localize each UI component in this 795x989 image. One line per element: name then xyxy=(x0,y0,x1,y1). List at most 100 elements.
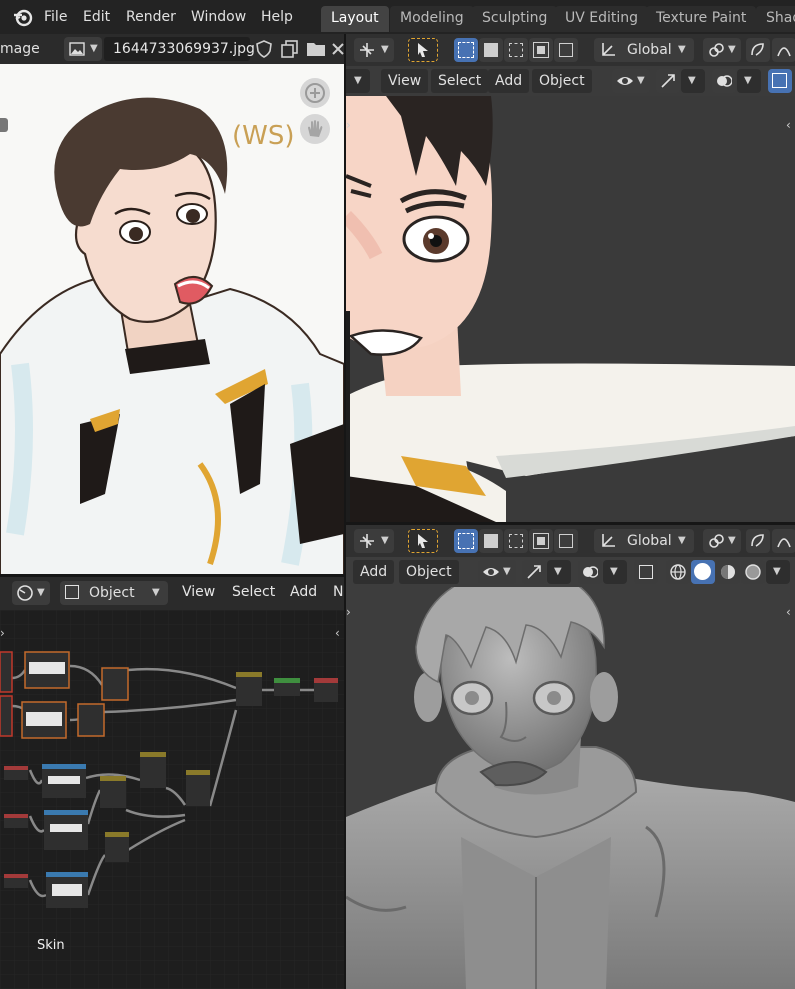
sketch-text: (WS) xyxy=(232,121,295,151)
snap-icon xyxy=(707,41,725,67)
sidebar-toggle[interactable] xyxy=(0,118,8,132)
transform-pivot-button[interactable]: ▼ xyxy=(354,529,394,553)
menu-select[interactable]: Select xyxy=(431,69,489,93)
overlay-toggle[interactable] xyxy=(578,560,602,584)
menu-add[interactable]: Add xyxy=(290,584,317,600)
menu-object[interactable]: Object xyxy=(399,560,459,584)
select-box-new[interactable] xyxy=(454,529,478,553)
chevron-left-icon[interactable]: ‹ xyxy=(335,626,340,640)
shading-material[interactable] xyxy=(716,560,740,584)
select-box-extend[interactable] xyxy=(479,38,503,62)
proportional-edit-button[interactable] xyxy=(746,529,770,553)
viewport-bottom[interactable]: ▼ Global ▼ ▼ Add Object ▼ ▼ ▼ ▼ › ‹ xyxy=(346,525,795,989)
editor-type-button[interactable]: ▼ xyxy=(346,69,370,93)
transform-pivot-icon xyxy=(358,532,376,558)
eye-icon xyxy=(482,564,500,588)
folder-icon[interactable] xyxy=(305,39,327,59)
menu-file[interactable]: File xyxy=(44,7,67,27)
menu-edit[interactable]: Edit xyxy=(83,7,110,27)
tab-modeling[interactable]: Modeling xyxy=(390,6,474,32)
shading-wireframe[interactable] xyxy=(666,560,690,584)
shading-solid[interactable] xyxy=(691,560,715,584)
select-box-invert[interactable] xyxy=(529,529,553,553)
proportional-falloff-button[interactable] xyxy=(772,529,795,553)
chevron-left-icon[interactable]: ‹ xyxy=(786,605,791,619)
menu-help[interactable]: Help xyxy=(261,7,293,27)
select-box-intersect[interactable] xyxy=(554,529,578,553)
proportional-icon xyxy=(776,42,792,66)
xray-toggle[interactable] xyxy=(634,560,658,584)
menu-select[interactable]: Select xyxy=(232,584,275,600)
overlay-dropdown[interactable]: ▼ xyxy=(603,560,627,584)
select-box-subtract[interactable] xyxy=(504,529,528,553)
chevron-left-icon[interactable]: ‹ xyxy=(786,118,791,132)
overlay-dropdown[interactable]: ▼ xyxy=(737,69,761,93)
select-box-intersect[interactable] xyxy=(554,38,578,62)
node-editor[interactable]: ▼ Object ▼ View Select Add N Skin › ‹ xyxy=(0,576,344,989)
chevron-right-icon[interactable]: › xyxy=(346,118,351,132)
select-cursor-button[interactable] xyxy=(408,529,438,553)
image-browse-button[interactable]: ▼ xyxy=(64,37,102,61)
close-icon[interactable] xyxy=(331,42,344,56)
node-graph[interactable]: Skin xyxy=(0,610,344,989)
tab-sculpting[interactable]: Sculpting xyxy=(472,6,558,32)
viewport-top[interactable]: ▼ Global ▼ ▼ ▼ View Select Add Object ▼ … xyxy=(346,34,795,522)
shield-icon[interactable] xyxy=(254,39,274,59)
orientation-label: Global xyxy=(627,42,672,58)
select-cursor-button[interactable] xyxy=(408,38,438,62)
snap-button[interactable]: ▼ xyxy=(703,529,741,553)
gizmo-dropdown[interactable]: ▼ xyxy=(547,560,571,584)
xray-toggle[interactable] xyxy=(768,69,792,93)
object-mode-dropdown[interactable]: Object ▼ xyxy=(60,581,168,605)
viewport-top-render xyxy=(346,96,795,522)
tab-layout[interactable]: Layout xyxy=(321,6,389,32)
visibility-button[interactable]: ▼ xyxy=(478,560,516,584)
menu-object[interactable]: Object xyxy=(532,69,592,93)
select-box-new[interactable] xyxy=(454,38,478,62)
blender-logo-icon[interactable] xyxy=(12,6,34,28)
chevron-down-icon: ▼ xyxy=(354,75,362,86)
tab-uv-editing[interactable]: UV Editing xyxy=(555,6,649,32)
hand-icon[interactable] xyxy=(300,114,330,144)
image-editor-mode-label[interactable]: mage xyxy=(0,41,40,57)
tab-texture-paint[interactable]: Texture Paint xyxy=(646,6,757,32)
transform-orientation-dropdown[interactable]: Global ▼ xyxy=(594,529,694,553)
duplicate-icon[interactable] xyxy=(280,39,300,59)
menu-node[interactable]: N xyxy=(333,584,343,600)
select-box-icon xyxy=(458,42,474,58)
overlay-toggle[interactable] xyxy=(712,69,736,93)
editor-type-button[interactable]: ▼ xyxy=(12,581,50,605)
chevron-down-icon: ▼ xyxy=(381,44,389,55)
select-box-subtract[interactable] xyxy=(504,38,528,62)
proportional-edit-button[interactable] xyxy=(746,38,770,62)
gizmo-dropdown[interactable]: ▼ xyxy=(681,69,705,93)
menu-render[interactable]: Render xyxy=(126,7,176,27)
snap-button[interactable]: ▼ xyxy=(703,38,741,62)
shading-dropdown[interactable]: ▼ xyxy=(766,560,790,584)
menu-add[interactable]: Add xyxy=(488,69,530,93)
select-cursor-icon xyxy=(416,533,430,557)
menu-view[interactable]: View xyxy=(381,69,429,93)
gizmo-toggle[interactable] xyxy=(522,560,546,584)
select-box-invert[interactable] xyxy=(529,38,553,62)
proportional-falloff-button[interactable] xyxy=(772,38,795,62)
shading-rendered[interactable] xyxy=(741,560,765,584)
visibility-button[interactable]: ▼ xyxy=(612,69,650,93)
transform-pivot-button[interactable]: ▼ xyxy=(354,38,394,62)
select-box-icon xyxy=(509,534,523,548)
select-box-extend[interactable] xyxy=(479,529,503,553)
gizmo-toggle[interactable] xyxy=(656,69,680,93)
image-filename-field[interactable]: 1644733069937.jpg xyxy=(104,37,255,61)
global-axis-icon xyxy=(599,41,617,67)
transform-orientation-dropdown[interactable]: Global ▼ xyxy=(594,38,694,62)
area-separator[interactable] xyxy=(0,574,344,577)
menu-add[interactable]: Add xyxy=(353,560,395,584)
menu-window[interactable]: Window xyxy=(191,7,246,27)
chevron-down-icon: ▼ xyxy=(381,535,389,546)
tab-shading[interactable]: Shad xyxy=(756,6,795,32)
chevron-right-icon[interactable]: › xyxy=(346,605,351,619)
chevron-right-icon[interactable]: › xyxy=(0,626,5,640)
menu-view[interactable]: View xyxy=(182,584,215,600)
image-editor: mage ▼ 1644733069937.jpg (WS) xyxy=(0,34,344,576)
zoom-icon[interactable] xyxy=(300,78,330,108)
